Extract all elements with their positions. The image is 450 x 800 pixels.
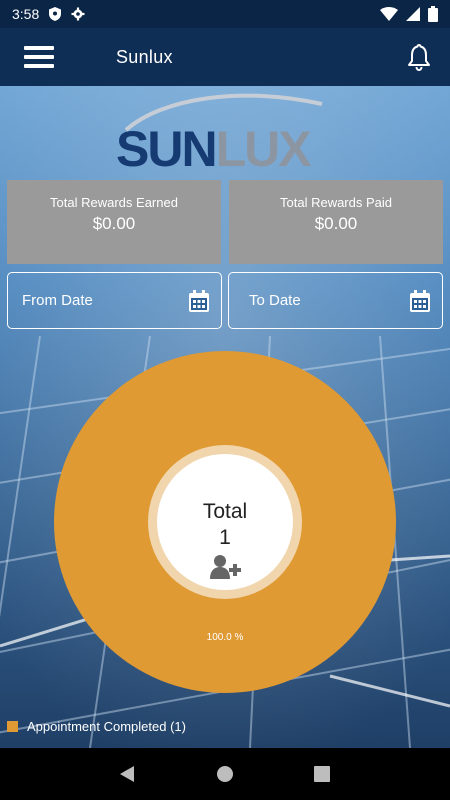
legend-swatch	[7, 721, 18, 732]
wifi-icon	[380, 7, 398, 21]
donut-center-title: Total	[203, 500, 247, 523]
home-icon[interactable]	[216, 766, 233, 782]
total-rewards-earned-label: Total Rewards Earned	[50, 195, 178, 210]
system-navigation-bar	[0, 748, 450, 800]
back-icon[interactable]	[120, 766, 136, 782]
total-rewards-paid-value: $0.00	[314, 214, 358, 233]
status-time: 3:58	[12, 6, 40, 22]
donut-slice-label: 100.0 %	[207, 632, 244, 643]
total-rewards-paid-label: Total Rewards Paid	[280, 195, 392, 210]
svg-text:SUNLUX: SUNLUX	[116, 121, 311, 174]
to-date-label: To Date	[249, 292, 301, 309]
chart-legend: Appointment Completed (1)	[7, 719, 186, 734]
hamburger-menu-icon[interactable]	[24, 46, 54, 68]
status-bar: 3:58	[0, 0, 450, 28]
signal-icon	[406, 7, 420, 21]
calendar-icon[interactable]	[410, 289, 430, 312]
from-date-field[interactable]: From Date	[7, 272, 222, 329]
total-rewards-earned-card: Total Rewards Earned $0.00	[7, 180, 221, 264]
app-bar: Sunlux	[0, 28, 450, 86]
shield-icon	[49, 7, 62, 21]
sunlux-logo: SUNLUX	[116, 93, 323, 174]
settings-gear-icon	[71, 7, 85, 21]
app-title: Sunlux	[116, 46, 173, 67]
bell-icon[interactable]	[404, 42, 434, 72]
from-date-label: From Date	[22, 292, 93, 309]
total-rewards-paid-card: Total Rewards Paid $0.00	[229, 180, 443, 264]
to-date-field[interactable]: To Date	[228, 272, 443, 329]
total-rewards-earned-value: $0.00	[92, 214, 136, 233]
donut-center-value: 1	[219, 526, 231, 549]
battery-icon	[428, 6, 438, 22]
legend-item-label: Appointment Completed (1)	[27, 719, 186, 734]
calendar-icon[interactable]	[189, 289, 209, 312]
appointments-donut-chart: Total 1 100.0 %	[54, 351, 396, 693]
recents-icon[interactable]	[313, 766, 330, 782]
